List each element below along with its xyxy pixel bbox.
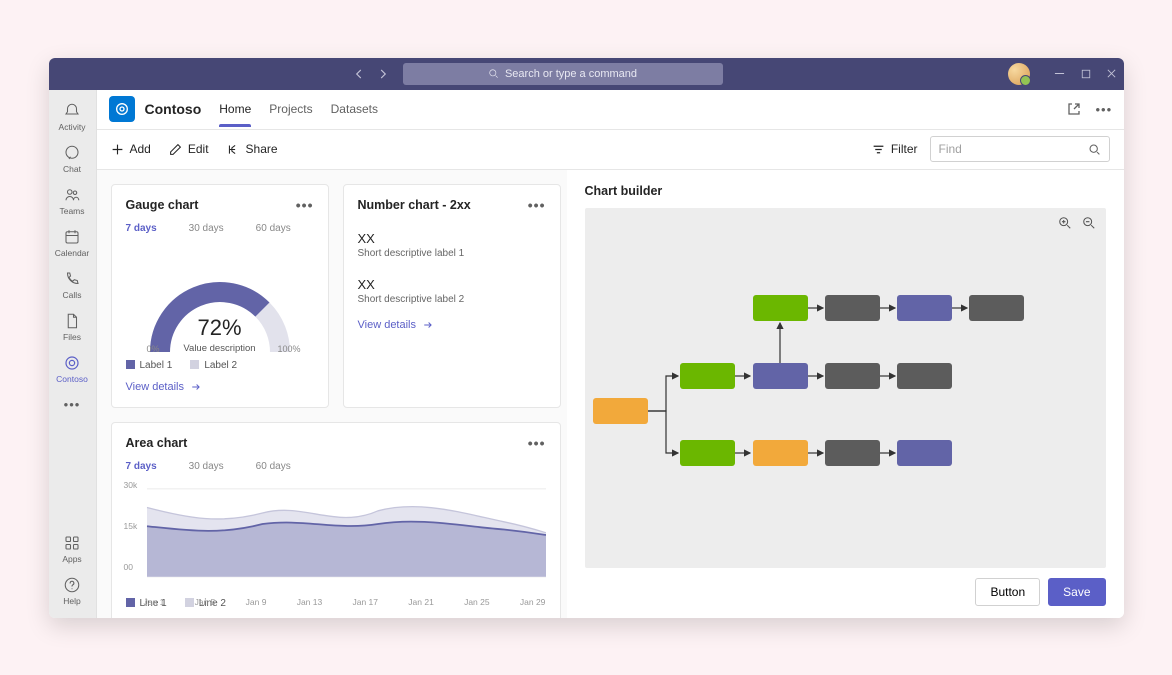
flow-node[interactable] [825,295,880,321]
titlebar: Search or type a command [49,58,1124,90]
flow-node[interactable] [897,363,952,389]
gauge-value: 72% [145,315,295,341]
range-30days[interactable]: 30 days [189,223,224,234]
card-area: Area chart ••• 7 days 30 days 60 days 30… [111,422,561,618]
x-tick: Jan 5 [195,597,216,607]
card-title-area: Area chart [126,436,188,450]
arrow-right-icon [422,320,434,330]
x-tick: Jan 13 [297,597,323,607]
card-title-gauge: Gauge chart [126,198,199,212]
share-button[interactable]: Share [227,142,278,156]
card-area-more-icon[interactable]: ••• [528,435,546,451]
rail-chat[interactable]: Chat [49,138,97,180]
number-label: Short descriptive label 1 [358,248,546,259]
nav-back-icon[interactable] [349,64,369,84]
app-title: Contoso [145,101,202,117]
flow-node[interactable] [680,363,735,389]
rail-contoso[interactable]: Contoso [49,348,97,390]
tab-datasets[interactable]: Datasets [331,92,378,126]
gauge-description: Value description [145,343,295,354]
app-logo [109,96,135,122]
rail-activity[interactable]: Activity [49,96,97,138]
chart-builder-panel: Chart builder [567,170,1124,618]
builder-save-button[interactable]: Save [1048,578,1105,606]
view-details-link[interactable]: View details [358,319,546,331]
rail-calls[interactable]: Calls [49,264,97,306]
builder-canvas[interactable] [585,208,1106,568]
x-tick: Jan 29 [520,597,546,607]
app-rail: Activity Chat Teams Calendar Calls Files [49,90,97,618]
x-tick: Jan 17 [352,597,378,607]
close-icon[interactable] [1106,68,1118,80]
flow-node[interactable] [753,440,808,466]
search-placeholder: Search or type a command [505,68,637,80]
rail-apps[interactable]: Apps [49,528,97,570]
range-7days[interactable]: 7 days [126,223,157,234]
number-label: Short descriptive label 2 [358,294,546,305]
x-tick: Jan 21 [408,597,434,607]
flow-node[interactable] [825,440,880,466]
builder-title: Chart builder [585,184,1106,198]
number-value: XX [358,277,546,292]
area-chart: 30k 15k 00 [126,480,546,590]
range-30days[interactable]: 30 days [189,461,224,472]
rail-help[interactable]: Help [49,570,97,612]
gauge-max-label: 100% [277,344,300,354]
edit-button[interactable]: Edit [169,142,209,156]
x-tick: Jan 25 [464,597,490,607]
more-horizontal-icon[interactable]: ••• [1096,101,1112,117]
builder-secondary-button[interactable]: Button [975,578,1040,606]
flow-node[interactable] [753,295,808,321]
minimize-icon[interactable] [1054,68,1066,80]
popout-icon[interactable] [1066,101,1082,117]
filter-button[interactable]: Filter [872,142,918,156]
number-value: XX [358,231,546,246]
flow-node-root[interactable] [593,398,648,424]
toolbar: Add Edit Share Filter Find [97,130,1124,170]
gauge-min-label: 0% [147,344,160,354]
x-tick: Jan 1 [144,597,165,607]
rail-calendar[interactable]: Calendar [49,222,97,264]
range-60days[interactable]: 60 days [256,461,291,472]
range-tabs: 7 days 30 days 60 days [126,223,314,234]
rail-files[interactable]: Files [49,306,97,348]
maximize-icon[interactable] [1080,68,1092,80]
search-icon [1088,143,1101,156]
card-number-more-icon[interactable]: ••• [528,197,546,213]
gauge-chart: 72% Value description 0% 100% [126,242,314,352]
global-search[interactable]: Search or type a command [403,63,723,85]
avatar[interactable] [1008,63,1030,85]
flow-node[interactable] [897,295,952,321]
flow-node[interactable] [897,440,952,466]
range-60days[interactable]: 60 days [256,223,291,234]
app-header: Contoso Home Projects Datasets ••• [97,90,1124,130]
teams-window: Search or type a command Activity Chat T… [49,58,1124,618]
more-horizontal-icon: ••• [63,396,81,414]
flow-node[interactable] [753,363,808,389]
flow-node[interactable] [680,440,735,466]
tab-home[interactable]: Home [219,92,251,126]
y-tick: 15k [124,521,138,531]
y-tick: 30k [124,480,138,490]
range-7days[interactable]: 7 days [126,461,157,472]
nav-forward-icon[interactable] [373,64,393,84]
dashboard-cards: Gauge chart ••• 7 days 30 days 60 days [97,170,567,618]
find-input[interactable]: Find [930,136,1110,162]
card-gauge-more-icon[interactable]: ••• [296,197,314,213]
card-gauge: Gauge chart ••• 7 days 30 days 60 days [111,184,329,408]
y-tick: 00 [124,562,138,572]
flow-node[interactable] [825,363,880,389]
tab-projects[interactable]: Projects [269,92,312,126]
card-number: Number chart - 2xx ••• XX Short descript… [343,184,561,408]
card-title-number: Number chart - 2xx [358,198,471,212]
rail-more[interactable]: ••• [49,390,97,420]
rail-teams[interactable]: Teams [49,180,97,222]
flow-node[interactable] [969,295,1024,321]
x-tick: Jan 9 [246,597,267,607]
add-button[interactable]: Add [111,142,151,156]
